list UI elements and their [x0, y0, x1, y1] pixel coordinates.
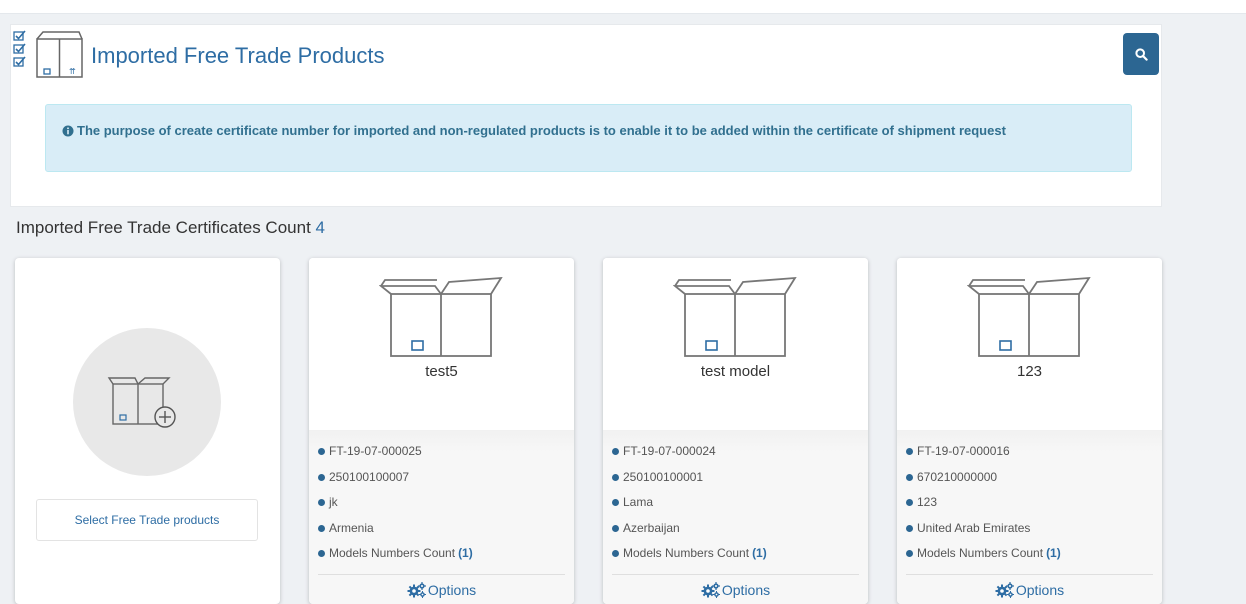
svg-text:⇈: ⇈ — [69, 67, 76, 76]
title-row: ⇈ Imported Free Trade Products — [11, 25, 1161, 85]
list-item: Models Numbers Count (1) — [612, 544, 767, 570]
info-circle-icon — [62, 125, 74, 137]
top-bar — [0, 0, 1246, 14]
list-item: 123 — [906, 493, 1061, 519]
product-code: 250100100007 — [329, 469, 410, 484]
card-header: 123 — [897, 258, 1162, 430]
gears-icon — [407, 581, 426, 598]
product-card: 123 FT-19-07-000016 670210000000 123 Uni… — [897, 258, 1162, 604]
box-icon — [673, 276, 797, 357]
product-code: 250100100001 — [623, 469, 704, 484]
add-product-card: Select Free Trade products — [15, 258, 280, 604]
card-details-list: FT-19-07-000016 670210000000 123 United … — [906, 442, 1061, 570]
card-header: test5 — [309, 258, 574, 430]
country: United Arab Emirates — [917, 520, 1031, 535]
list-item: Azerbaijan — [612, 519, 767, 545]
list-item: 670210000000 — [906, 468, 1061, 494]
card-name: test5 — [425, 363, 458, 380]
card-name: 123 — [1016, 363, 1043, 380]
certificates-count-heading: Imported Free Trade Certificates Count 4 — [16, 218, 325, 238]
alert-text: The purpose of create certificate number… — [77, 123, 1006, 138]
gears-icon — [701, 581, 720, 598]
options-button[interactable]: Options — [612, 574, 859, 604]
country: Azerbaijan — [623, 520, 680, 535]
card-details-list: FT-19-07-000024 250100100001 Lama Azerba… — [612, 442, 767, 570]
options-button[interactable]: Options — [906, 574, 1153, 604]
list-item: jk — [318, 493, 473, 519]
page-title: Imported Free Trade Products — [91, 43, 385, 68]
models-count[interactable]: (1) — [1046, 544, 1061, 562]
models-count[interactable]: (1) — [752, 544, 767, 562]
box-icon — [967, 276, 1091, 357]
list-item: 250100100007 — [318, 468, 473, 494]
card-name: test model — [700, 363, 771, 380]
header-panel: ⇈ Imported Free Trade Products The purpo… — [10, 24, 1162, 207]
box-with-checklist-icon: ⇈ — [35, 29, 85, 84]
box-plus-icon — [107, 377, 176, 428]
list-item: 250100100001 — [612, 468, 767, 494]
list-item: FT-19-07-000024 — [612, 442, 767, 468]
options-button[interactable]: Options — [318, 574, 565, 604]
options-label: Options — [721, 581, 771, 598]
card-header: test model — [603, 258, 868, 430]
list-item: Models Numbers Count (1) — [906, 544, 1061, 570]
list-item: Armenia — [318, 519, 473, 545]
product-card: test model FT-19-07-000024 250100100001 … — [603, 258, 868, 604]
options-label: Options — [427, 581, 477, 598]
search-button[interactable] — [1123, 33, 1159, 75]
count-label: Imported Free Trade Certificates Count — [16, 218, 311, 237]
product-card: test5 FT-19-07-000025 250100100007 jk Ar… — [309, 258, 574, 604]
product-description: Lama — [623, 495, 654, 509]
list-item: Lama — [612, 493, 767, 519]
list-item: FT-19-07-000016 — [906, 442, 1061, 468]
product-description: jk — [329, 495, 338, 509]
certificate-number: FT-19-07-000024 — [623, 444, 716, 458]
search-icon — [1134, 47, 1148, 61]
models-count[interactable]: (1) — [458, 544, 473, 562]
list-item: Models Numbers Count (1) — [318, 544, 473, 570]
models-label: Models Numbers Count — [623, 546, 750, 560]
select-free-trade-products-button[interactable]: Select Free Trade products — [36, 499, 258, 541]
card-details-list: FT-19-07-000025 250100100007 jk Armenia … — [318, 442, 473, 570]
count-value: 4 — [315, 218, 325, 237]
product-code: 670210000000 — [917, 469, 998, 484]
models-label: Models Numbers Count — [917, 546, 1044, 560]
gears-icon — [995, 581, 1014, 598]
list-item: United Arab Emirates — [906, 519, 1061, 545]
add-product-circle[interactable] — [73, 328, 221, 476]
options-label: Options — [1015, 581, 1065, 598]
checklist-icon — [13, 30, 29, 69]
box-icon — [379, 276, 503, 357]
list-item: FT-19-07-000025 — [318, 442, 473, 468]
models-label: Models Numbers Count — [329, 546, 456, 560]
certificate-number: FT-19-07-000025 — [329, 444, 422, 458]
certificate-number: FT-19-07-000016 — [917, 444, 1010, 458]
product-description: 123 — [917, 495, 938, 509]
country: Armenia — [329, 520, 374, 535]
info-alert: The purpose of create certificate number… — [45, 104, 1132, 172]
